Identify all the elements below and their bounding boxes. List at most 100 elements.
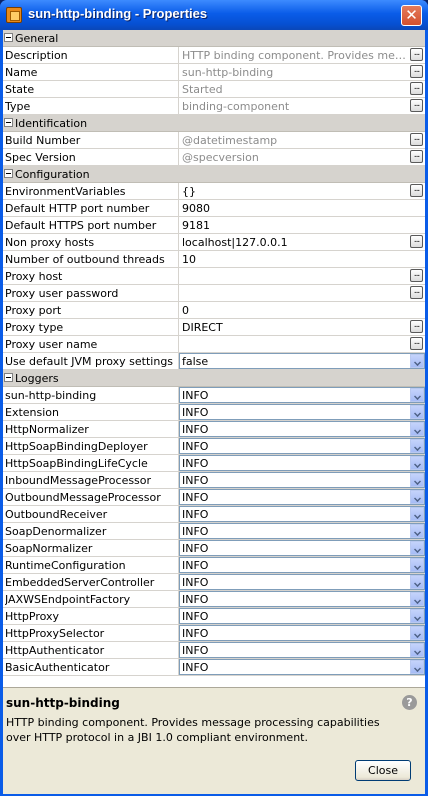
chevron-down-icon[interactable] [410, 422, 424, 436]
collapse-toggle-icon[interactable] [4, 118, 13, 127]
property-value-select[interactable]: INFO [179, 387, 425, 403]
property-row[interactable]: JAXWSEndpointFactory INFO [3, 591, 425, 608]
property-value-cell[interactable]: INFO [178, 591, 425, 607]
chevron-down-icon[interactable] [410, 524, 424, 538]
chevron-down-icon[interactable] [410, 592, 424, 606]
property-row[interactable]: sun-http-binding INFO [3, 387, 425, 404]
property-value-cell[interactable]: DIRECT... [178, 319, 425, 335]
property-value[interactable]: 10 [182, 253, 406, 266]
property-row[interactable]: HttpProxySelector INFO [3, 625, 425, 642]
chevron-down-icon[interactable] [410, 439, 424, 453]
property-value-select[interactable]: INFO [179, 540, 425, 556]
close-button[interactable]: Close [355, 760, 411, 781]
property-row[interactable]: State Started... [3, 81, 425, 98]
property-row[interactable]: Proxy host... [3, 268, 425, 285]
property-row[interactable]: HttpSoapBindingDeployer INFO [3, 438, 425, 455]
property-value[interactable]: 0 [182, 304, 406, 317]
property-row[interactable]: Proxy user password... [3, 285, 425, 302]
property-value-cell[interactable]: 0 [178, 302, 425, 318]
ellipsis-button[interactable]: ... [410, 150, 423, 163]
property-row[interactable]: EmbeddedServerController INFO [3, 574, 425, 591]
property-value-select[interactable]: INFO [179, 489, 425, 505]
property-value-cell[interactable]: INFO [178, 557, 425, 573]
property-row[interactable]: Build Number @datetimestamp... [3, 132, 425, 149]
property-value-select[interactable]: INFO [179, 591, 425, 607]
property-value[interactable]: DIRECT [182, 321, 406, 334]
property-value-cell[interactable]: HTTP binding component. Provides message… [178, 47, 425, 63]
ellipsis-button[interactable]: ... [410, 82, 423, 95]
collapse-toggle-icon[interactable] [4, 373, 13, 382]
category-identification[interactable]: Identification [3, 115, 425, 132]
property-row[interactable]: Description HTTP binding component. Provi… [3, 47, 425, 64]
property-value-select[interactable]: INFO [179, 438, 425, 454]
property-value-cell[interactable]: {}... [178, 183, 425, 199]
chevron-down-icon[interactable] [410, 541, 424, 555]
property-value-cell[interactable]: ... [178, 285, 425, 301]
property-value-select[interactable]: INFO [179, 574, 425, 590]
property-row[interactable]: Use default JVM proxy settings false [3, 353, 425, 370]
property-value-cell[interactable]: ... [178, 336, 425, 352]
category-configuration[interactable]: Configuration [3, 166, 425, 183]
property-value[interactable]: 9181 [182, 219, 406, 232]
property-row[interactable]: HttpProxy INFO [3, 608, 425, 625]
property-value-select[interactable]: INFO [179, 506, 425, 522]
chevron-down-icon[interactable] [410, 558, 424, 572]
ellipsis-button[interactable]: ... [410, 286, 423, 299]
chevron-down-icon[interactable] [410, 388, 424, 402]
property-row[interactable]: InboundMessageProcessor INFO [3, 472, 425, 489]
property-value-cell[interactable]: 9181 [178, 217, 425, 233]
property-row[interactable]: EnvironmentVariables {}... [3, 183, 425, 200]
category-loggers[interactable]: Loggers [3, 370, 425, 387]
property-value-select[interactable]: INFO [179, 642, 425, 658]
property-value-cell[interactable]: INFO [178, 642, 425, 658]
property-row[interactable]: Proxy user name... [3, 336, 425, 353]
property-row[interactable]: HttpNormalizer INFO [3, 421, 425, 438]
ellipsis-button[interactable]: ... [410, 337, 423, 350]
ellipsis-button[interactable]: ... [410, 99, 423, 112]
property-value-cell[interactable]: @specversion... [178, 149, 425, 165]
property-value-cell[interactable]: sun-http-binding... [178, 64, 425, 80]
property-row[interactable]: OutboundMessageProcessor INFO [3, 489, 425, 506]
property-value-select[interactable]: INFO [179, 523, 425, 539]
property-value-cell[interactable]: @datetimestamp... [178, 132, 425, 148]
title-bar[interactable]: sun-http-binding - Properties ✕ [0, 0, 428, 30]
property-value[interactable]: {} [182, 185, 406, 198]
collapse-toggle-icon[interactable] [4, 33, 13, 42]
property-value-select[interactable]: INFO [179, 659, 425, 675]
ellipsis-button[interactable]: ... [410, 184, 423, 197]
property-value-cell[interactable]: binding-component... [178, 98, 425, 114]
property-value-cell[interactable]: Started... [178, 81, 425, 97]
chevron-down-icon[interactable] [410, 507, 424, 521]
property-value-select[interactable]: false [179, 353, 425, 369]
chevron-down-icon[interactable] [410, 405, 424, 419]
property-value-cell[interactable]: INFO [178, 574, 425, 590]
property-row[interactable]: Name sun-http-binding... [3, 64, 425, 81]
property-value-cell[interactable]: INFO [178, 472, 425, 488]
ellipsis-button[interactable]: ... [410, 235, 423, 248]
property-value-cell[interactable]: INFO [178, 455, 425, 471]
category-general[interactable]: General [3, 30, 425, 47]
property-row[interactable]: Number of outbound threads 10 [3, 251, 425, 268]
property-value-cell[interactable]: INFO [178, 438, 425, 454]
property-row[interactable]: Extension INFO [3, 404, 425, 421]
property-row[interactable]: Proxy port 0 [3, 302, 425, 319]
property-value-cell[interactable]: INFO [178, 608, 425, 624]
property-value[interactable]: localhost|127.0.0.1 [182, 236, 406, 249]
chevron-down-icon[interactable] [410, 473, 424, 487]
help-icon[interactable]: ? [402, 695, 417, 710]
property-value-select[interactable]: INFO [179, 608, 425, 624]
ellipsis-button[interactable]: ... [410, 133, 423, 146]
property-value-cell[interactable]: localhost|127.0.0.1... [178, 234, 425, 250]
property-value-cell[interactable]: 9080 [178, 200, 425, 216]
property-row[interactable]: Spec Version @specversion... [3, 149, 425, 166]
ellipsis-button[interactable]: ... [410, 65, 423, 78]
property-value-cell[interactable]: INFO [178, 489, 425, 505]
chevron-down-icon[interactable] [410, 354, 424, 368]
chevron-down-icon[interactable] [410, 660, 424, 674]
property-value-select[interactable]: INFO [179, 421, 425, 437]
chevron-down-icon[interactable] [410, 626, 424, 640]
property-row[interactable]: Non proxy hosts localhost|127.0.0.1... [3, 234, 425, 251]
property-value-cell[interactable]: INFO [178, 540, 425, 556]
property-value-select[interactable]: INFO [179, 455, 425, 471]
property-row[interactable]: HttpAuthenticator INFO [3, 642, 425, 659]
